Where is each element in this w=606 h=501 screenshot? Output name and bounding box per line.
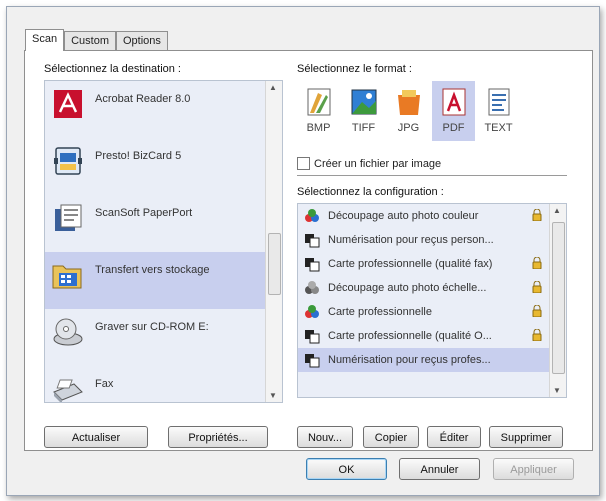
jpg-icon bbox=[394, 87, 424, 117]
destination-item-cd[interactable]: Graver sur CD-ROM E: bbox=[45, 309, 282, 366]
configuration-title: Sélectionnez la configuration : bbox=[297, 186, 444, 198]
tab-options[interactable]: Options bbox=[115, 31, 168, 50]
lock-icon bbox=[532, 256, 542, 270]
lock-icon bbox=[532, 304, 542, 318]
apply-button[interactable]: Appliquer bbox=[493, 458, 574, 480]
bmp-icon bbox=[304, 87, 334, 117]
configuration-scrollbar[interactable]: ▲ ▼ bbox=[549, 204, 566, 397]
destination-label: Transfert vers stockage bbox=[95, 264, 210, 276]
bizcard-icon bbox=[51, 144, 85, 178]
receipt-icon bbox=[304, 232, 320, 248]
lock-icon bbox=[532, 208, 542, 222]
config-label: Découpage auto photo couleur bbox=[328, 210, 479, 222]
scan-dialog: Scan Custom Options Sélectionnez la dest… bbox=[6, 6, 600, 496]
lock-icon bbox=[532, 328, 542, 342]
destination-label: Acrobat Reader 8.0 bbox=[95, 93, 191, 105]
scroll-up-icon[interactable]: ▲ bbox=[553, 206, 561, 215]
text-icon bbox=[484, 87, 514, 117]
cd-burn-icon bbox=[51, 315, 85, 349]
format-label: TEXT bbox=[484, 122, 513, 134]
color-photo-icon bbox=[304, 304, 320, 320]
format-bmp[interactable]: BMP bbox=[297, 81, 340, 141]
config-label: Carte professionnelle (qualité O... bbox=[328, 330, 492, 342]
config-item[interactable]: Carte professionnelle bbox=[298, 300, 566, 324]
tiff-icon bbox=[349, 87, 379, 117]
scroll-down-icon[interactable]: ▼ bbox=[553, 386, 561, 395]
cancel-button[interactable]: Annuler bbox=[399, 458, 480, 480]
destination-item-paperport[interactable]: ScanSoft PaperPort bbox=[45, 195, 282, 252]
config-item[interactable]: Carte professionnelle (qualité fax) bbox=[298, 252, 566, 276]
config-item[interactable]: Numérisation pour reçus profes... bbox=[298, 348, 566, 372]
new-button[interactable]: Nouv... bbox=[297, 426, 353, 448]
refresh-button[interactable]: Actualiser bbox=[44, 426, 148, 448]
per-image-option[interactable]: Créer un fichier par image bbox=[297, 157, 441, 170]
scroll-thumb[interactable] bbox=[268, 233, 281, 295]
format-jpg[interactable]: JPG bbox=[387, 81, 430, 141]
edit-button[interactable]: Éditer bbox=[427, 426, 481, 448]
format-label: PDF bbox=[442, 122, 465, 134]
format-title: Sélectionnez le format : bbox=[297, 63, 412, 75]
pdf-icon bbox=[439, 87, 469, 117]
scroll-down-icon[interactable]: ▼ bbox=[269, 391, 277, 400]
format-label: JPG bbox=[397, 122, 420, 134]
destination-list[interactable]: Acrobat Reader 8.0 Presto! BizCard 5 Sca… bbox=[44, 80, 283, 403]
destination-label: Fax bbox=[95, 378, 114, 390]
config-item[interactable]: Découpage auto photo couleur bbox=[298, 204, 566, 228]
destination-title: Sélectionnez la destination : bbox=[44, 63, 181, 75]
format-tiff[interactable]: TIFF bbox=[342, 81, 385, 141]
destination-label: Presto! BizCard 5 bbox=[95, 150, 182, 162]
config-item[interactable]: Carte professionnelle (qualité O... bbox=[298, 324, 566, 348]
ok-button[interactable]: OK bbox=[306, 458, 387, 480]
tab-custom[interactable]: Custom bbox=[64, 31, 116, 50]
config-label: Découpage auto photo échelle... bbox=[328, 282, 487, 294]
lock-icon bbox=[532, 280, 542, 294]
destination-item-acrobat[interactable]: Acrobat Reader 8.0 bbox=[45, 81, 282, 138]
format-pdf[interactable]: PDF bbox=[432, 81, 475, 141]
destination-scrollbar[interactable]: ▲ ▼ bbox=[265, 81, 282, 402]
acrobat-icon bbox=[51, 87, 85, 121]
copy-button[interactable]: Copier bbox=[363, 426, 419, 448]
business-card-icon bbox=[304, 256, 320, 272]
scroll-thumb[interactable] bbox=[552, 222, 565, 374]
scan-panel: Sélectionnez la destination : Acrobat Re… bbox=[24, 50, 593, 451]
format-row: BMP TIFF JPG PDF TEXT bbox=[297, 81, 522, 141]
config-label: Numérisation pour reçus profes... bbox=[328, 354, 491, 366]
delete-button[interactable]: Supprimer bbox=[489, 426, 563, 448]
scroll-up-icon[interactable]: ▲ bbox=[269, 83, 277, 92]
format-text[interactable]: TEXT bbox=[477, 81, 520, 141]
storage-icon bbox=[51, 258, 85, 292]
business-card-icon bbox=[304, 328, 320, 344]
tab-scan[interactable]: Scan bbox=[25, 29, 65, 51]
divider bbox=[297, 175, 567, 176]
config-label: Numérisation pour reçus person... bbox=[328, 234, 494, 246]
config-item[interactable]: Découpage auto photo échelle... bbox=[298, 276, 566, 300]
tab-bar: Scan Custom Options bbox=[25, 29, 168, 51]
config-label: Carte professionnelle (qualité fax) bbox=[328, 258, 493, 270]
per-image-label: Créer un fichier par image bbox=[314, 157, 442, 170]
destination-label: ScanSoft PaperPort bbox=[95, 207, 193, 219]
destination-item-fax[interactable]: Fax bbox=[45, 366, 282, 402]
paperport-icon bbox=[51, 201, 85, 235]
properties-button[interactable]: Propriétés... bbox=[168, 426, 268, 448]
color-photo-icon bbox=[304, 208, 320, 224]
destination-label: Graver sur CD-ROM E: bbox=[95, 321, 209, 333]
destination-item-bizcard[interactable]: Presto! BizCard 5 bbox=[45, 138, 282, 195]
format-label: TIFF bbox=[351, 122, 376, 134]
destination-item-storage[interactable]: Transfert vers stockage bbox=[45, 252, 282, 309]
fax-icon bbox=[51, 372, 85, 402]
format-label: BMP bbox=[306, 122, 331, 134]
configuration-list[interactable]: Découpage auto photo couleur Numérisatio… bbox=[297, 203, 567, 398]
config-item[interactable]: Numérisation pour reçus person... bbox=[298, 228, 566, 252]
per-image-checkbox[interactable] bbox=[297, 157, 310, 170]
receipt-icon bbox=[304, 352, 320, 368]
grayscale-photo-icon bbox=[304, 280, 320, 296]
config-label: Carte professionnelle bbox=[328, 306, 432, 318]
